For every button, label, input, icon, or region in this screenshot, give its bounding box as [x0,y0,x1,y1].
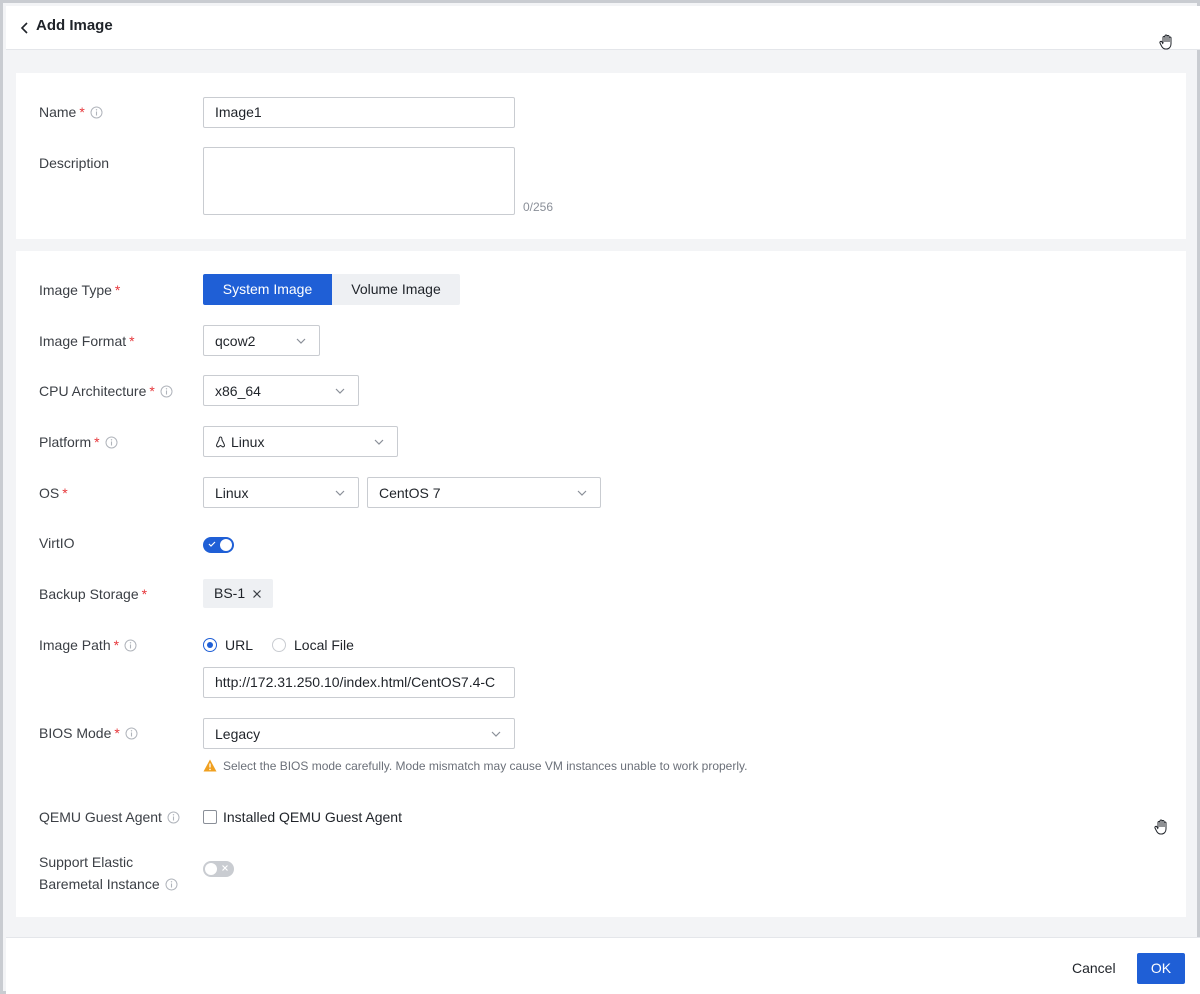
chevron-down-icon [491,731,501,737]
platform-label: Platform * [39,434,118,450]
description-counter: 0/256 [523,200,554,214]
image-path-label: Image Path * [39,637,137,653]
cancel-button[interactable]: Cancel [1072,960,1116,976]
image-type-label: Image Type * [39,282,121,298]
cpu-architecture-label: CPU Architecture * [39,383,173,399]
os-type-select[interactable]: Linux [203,477,359,508]
elastic-baremetal-label-line2: Baremetal Instance [39,876,178,892]
description-label: Description [39,155,110,171]
info-icon[interactable] [165,878,178,891]
page-title: Add Image [36,17,113,34]
name-label: Name * [39,104,103,120]
page-header: Add Image [6,6,1200,50]
dialog-frame: Add Image Name * Image1 Description 0/256… [0,0,1200,994]
image-format-label: Image Format * [39,333,135,349]
info-icon[interactable] [160,385,173,398]
linux-icon [215,436,226,448]
qemu-agent-label: QEMU Guest Agent [39,809,180,825]
name-input[interactable]: Image1 [203,97,515,128]
ok-button[interactable]: OK [1137,953,1185,984]
os-version-select[interactable]: CentOS 7 [367,477,601,508]
cpu-architecture-select[interactable]: x86_64 [203,375,359,406]
bios-mode-select[interactable]: Legacy [203,718,515,749]
platform-select[interactable]: Linux [203,426,398,457]
bios-mode-label: BIOS Mode * [39,725,138,741]
chevron-left-icon[interactable] [19,21,31,35]
hand-cursor-icon [1159,34,1172,50]
image-format-value: qcow2 [215,333,256,349]
info-icon[interactable] [124,639,137,652]
description-textarea[interactable] [203,147,515,215]
dialog-footer: Cancel OK [6,937,1200,994]
image-format-select[interactable]: qcow2 [203,325,320,356]
chevron-down-icon [335,388,345,394]
volume-image-button[interactable]: Volume Image [332,274,460,305]
backup-storage-label: Backup Storage * [39,586,148,602]
info-icon[interactable] [105,436,118,449]
warning-icon [203,759,217,772]
check-icon [208,541,216,547]
chevron-down-icon [374,439,384,445]
url-radio[interactable]: URL [203,637,253,653]
bios-mode-value: Legacy [215,726,261,742]
chevron-down-icon [335,490,345,496]
os-version-value: CentOS 7 [379,485,441,501]
basic-info-panel: Name * Image1 Description 0/256 [16,73,1186,239]
info-icon[interactable] [167,811,180,824]
info-icon[interactable] [90,106,103,119]
chevron-down-icon [296,338,306,344]
cpu-architecture-value: x86_64 [215,383,261,399]
info-icon[interactable] [125,727,138,740]
url-input[interactable]: http://172.31.250.10/index.html/CentOS7.… [203,667,515,698]
close-icon[interactable] [252,589,262,599]
elastic-baremetal-toggle[interactable] [203,861,234,877]
qemu-agent-checkbox[interactable]: Installed QEMU Guest Agent [203,809,402,825]
virtio-label: VirtIO [39,535,75,551]
platform-value: Linux [231,434,265,450]
local-file-radio[interactable]: Local File [272,637,354,653]
configuration-panel: Image Type * System Image Volume Image Im… [16,251,1186,917]
os-type-value: Linux [215,485,249,501]
hand-cursor-icon [1154,819,1167,835]
os-label: OS * [39,485,68,501]
system-image-button[interactable]: System Image [203,274,332,305]
bios-mode-warning: Select the BIOS mode carefully. Mode mis… [203,759,747,773]
close-icon [222,865,228,871]
chevron-down-icon [577,490,587,496]
elastic-baremetal-label-line1: Support Elastic [39,854,134,870]
virtio-toggle[interactable] [203,537,234,553]
backup-storage-tag: BS-1 [203,579,274,608]
